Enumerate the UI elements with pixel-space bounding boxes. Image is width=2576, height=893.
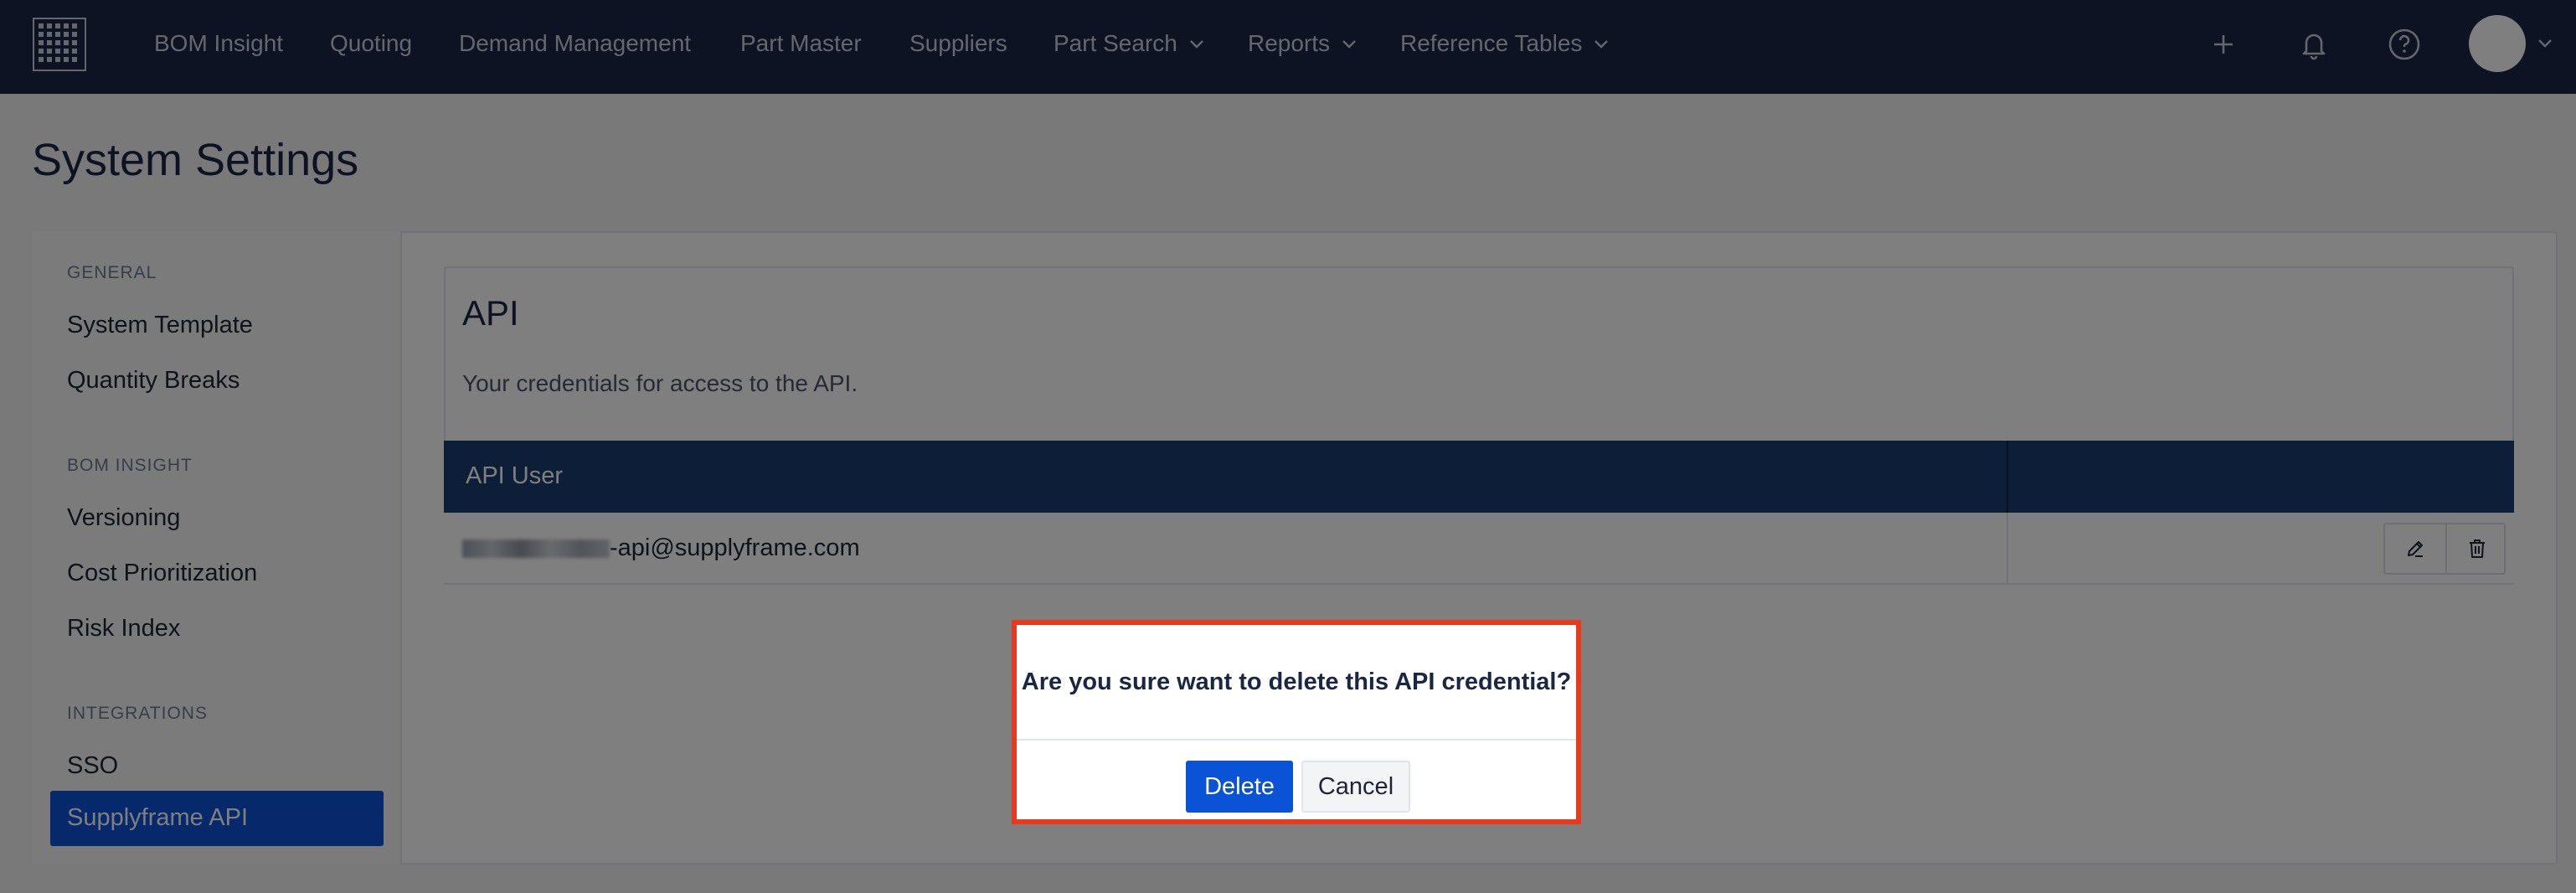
delete-confirmation-dialog: Are you sure want to delete this API cre… <box>1012 620 1581 824</box>
confirm-delete-button[interactable]: Delete <box>1186 761 1293 813</box>
cancel-button[interactable]: Cancel <box>1301 761 1410 813</box>
dialog-message: Are you sure want to delete this API cre… <box>1021 668 1572 695</box>
dialog-divider <box>1017 739 1576 741</box>
